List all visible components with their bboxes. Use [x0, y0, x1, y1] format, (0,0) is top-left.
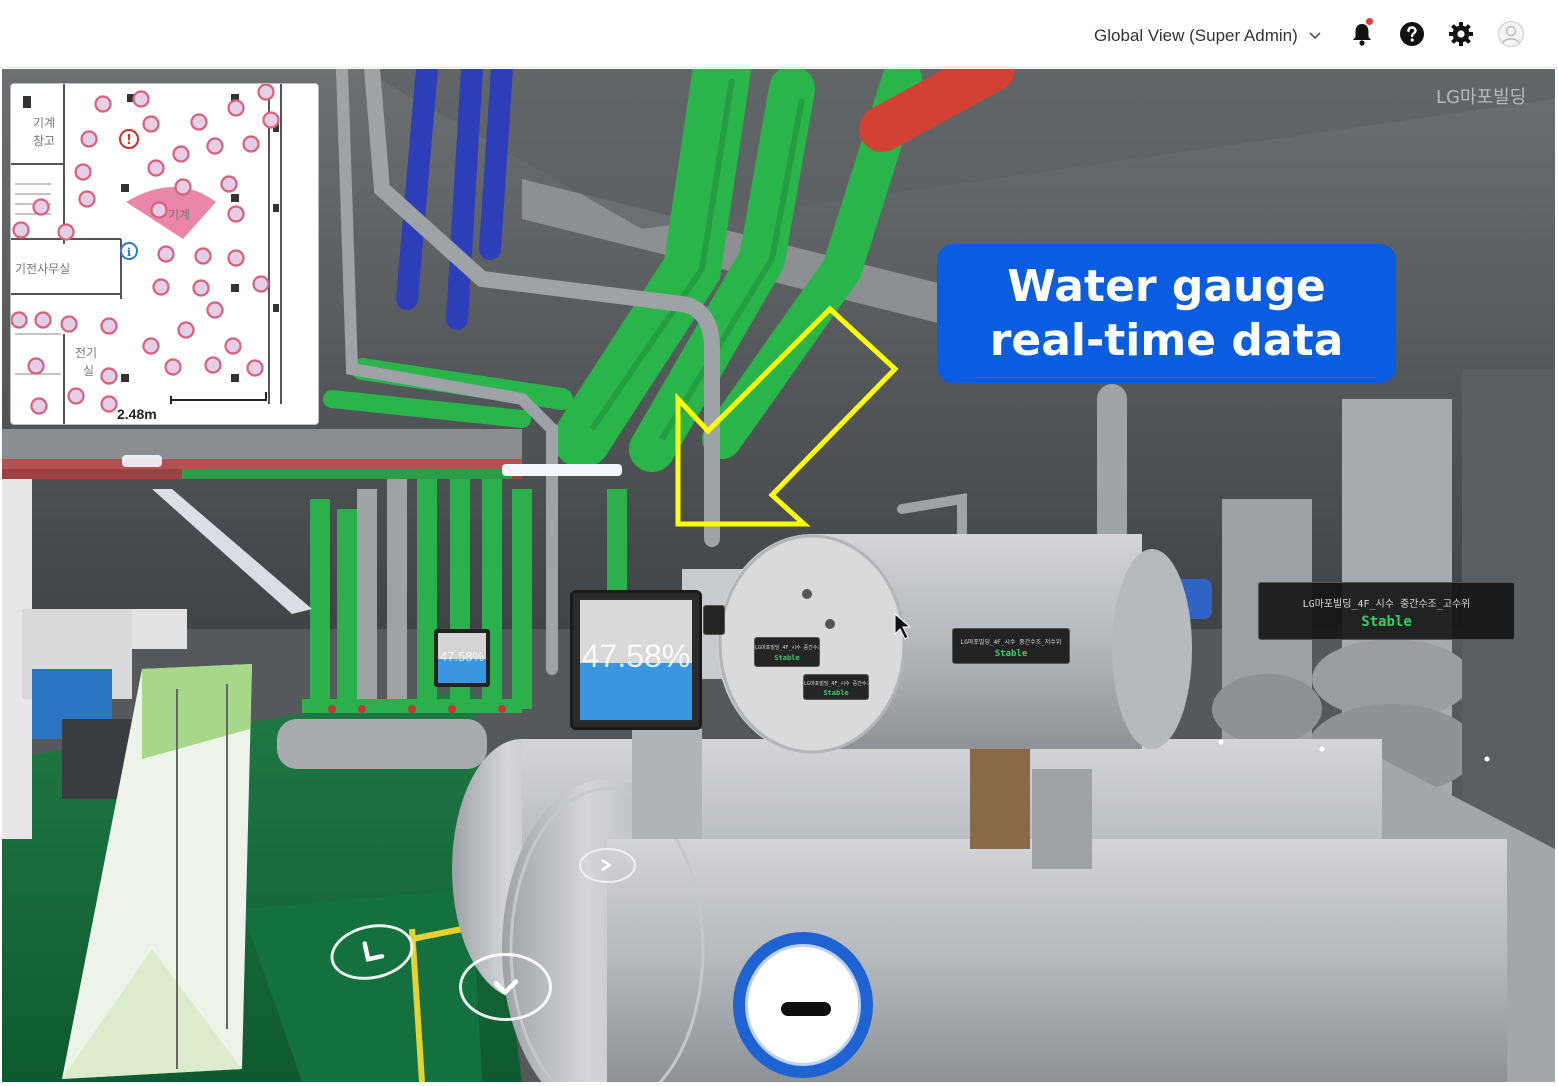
move-back-button[interactable]	[459, 953, 552, 1021]
svg-text:i: i	[127, 246, 131, 259]
building-watermark: LG마포빌딩	[1436, 87, 1527, 108]
sensor-status: Stable	[994, 649, 1028, 659]
chevron-down-icon	[1309, 32, 1321, 40]
floor-minimap[interactable]: ! i 기계 창고 기전사무실 전기 기계 실 2.48m	[10, 83, 319, 425]
minimap-room-label: 전기	[75, 346, 98, 360]
user-avatar-icon[interactable]	[1497, 20, 1525, 48]
minus-icon	[781, 1002, 831, 1016]
minimap-room-label: 기계	[168, 208, 191, 222]
gauge-percentage: 47.58%	[439, 649, 485, 664]
minimap-room-label: 창고	[33, 134, 56, 148]
sensor-status-tag[interactable]: LG마포빌딩_4F_시수 중간수조_고수위 Stable	[1258, 582, 1515, 640]
move-back-arrow-icon	[493, 979, 519, 995]
move-forward-arrow-icon	[601, 859, 612, 871]
sensor-status: Stable	[774, 654, 800, 662]
sensor-name: LG마포빌딩_4F_시수 중간수조_저수위	[755, 645, 819, 651]
sensor-name: LG마포빌딩_4F_시수 중간수조_고수위	[804, 681, 868, 687]
minimap-room-label: 기전사무실	[15, 262, 71, 276]
minimap-room-label: 실	[83, 364, 95, 378]
move-forward-button[interactable]	[579, 848, 636, 883]
sensor-status-tag[interactable]: LG마포빌딩_4F_시수 중간수조_저수위 Stable	[754, 637, 820, 667]
sensor-name: LG마포빌딩_4F_시수 중간수조_저수위	[960, 639, 1062, 646]
callout-line-2: real-time data	[989, 314, 1344, 366]
sensor-status-tag[interactable]: LG마포빌딩_4F_시수 중간수조_고수위 Stable	[803, 674, 869, 700]
sensor-status-tag[interactable]: LG마포빌딩_4F_시수 중간수조_저수위 Stable	[952, 628, 1070, 664]
minimap-scale: 2.48m	[117, 406, 157, 422]
svg-text:!: !	[126, 133, 132, 148]
sensor-status-tag-partial[interactable]	[703, 605, 725, 635]
sensor-status: Stable	[1361, 614, 1412, 630]
zoom-out-button-face	[745, 944, 861, 1066]
notification-dot	[1366, 18, 1373, 25]
view-scope-label: Global View (Super Admin)	[1094, 26, 1298, 45]
sensor-name: LG마포빌딩_4F_시수 중간수조_고수위	[1302, 599, 1471, 610]
gauge-screen: 47.58%	[580, 600, 692, 720]
annotation-callout: Water gauge real-time data	[937, 244, 1396, 383]
zoom-out-button[interactable]	[733, 932, 873, 1078]
floor-plan-graphic: ! i	[11, 84, 318, 424]
gear-icon[interactable]	[1447, 20, 1475, 48]
bell-icon[interactable]	[1348, 20, 1376, 48]
panorama-viewer[interactable]: LG마포빌딩 ! i 기계 창고 기전사무실 전기 기계 실 2.48m Wat…	[2, 69, 1555, 1082]
water-gauge-large[interactable]: 47.58%	[570, 590, 702, 730]
minimap-room-label: 기계	[33, 116, 56, 130]
top-bar: Global View (Super Admin)	[0, 0, 1558, 68]
sensor-status: Stable	[823, 689, 849, 697]
water-gauge-small[interactable]: 47.58%	[434, 629, 490, 687]
help-icon[interactable]	[1398, 20, 1426, 48]
callout-line-1: Water gauge	[1007, 260, 1326, 312]
gauge-percentage: 47.58%	[581, 638, 691, 674]
view-scope-dropdown[interactable]: Global View (Super Admin)	[1094, 22, 1322, 50]
gauge-screen: 47.58%	[438, 633, 486, 683]
